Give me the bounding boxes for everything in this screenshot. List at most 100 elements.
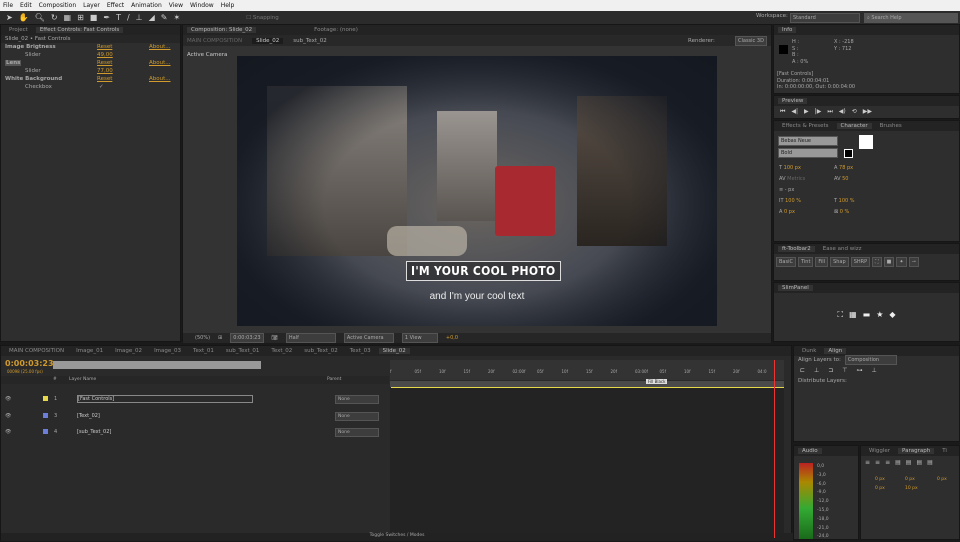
tab-info[interactable]: Info [778, 27, 797, 33]
audio-icon[interactable]: ◀) [839, 108, 846, 116]
slider-icon[interactable]: ⊸ [908, 257, 919, 267]
tab-ti[interactable]: Ti [938, 448, 951, 454]
tab-timeline-comp[interactable]: Image_03 [150, 348, 185, 354]
align-right-icon[interactable]: ⊐ [828, 367, 833, 374]
indent-right[interactable]: 0 px [937, 477, 947, 482]
last-frame-icon[interactable]: ⏭ [827, 108, 832, 116]
reset-link[interactable]: Reset [97, 60, 112, 66]
time-ruler[interactable]: f 05f 10f 15f 20f 02:00f 05f 10f 15f 20f 03:00f 05f… [390, 360, 784, 380]
tab-effect-controls[interactable]: Effect Controls: Fast Controls [35, 27, 124, 33]
tab-slim-panel[interactable]: SlimPanel [778, 285, 813, 291]
layer-row[interactable]: 👁︎ 4 [sub_Text_02] None [1, 428, 389, 437]
label-color[interactable] [43, 412, 48, 418]
play-icon[interactable]: ▶ [804, 108, 809, 116]
rectangle-tool-icon[interactable]: ■ [90, 13, 98, 22]
justify-all-icon[interactable]: ▤ [927, 459, 933, 466]
basic-button[interactable]: BasiC [776, 257, 796, 267]
align-text-left-icon[interactable]: ≡ [865, 459, 870, 466]
layer-search-input[interactable] [53, 361, 261, 369]
exposure-value[interactable]: +0,0 [446, 335, 458, 341]
tab-timeline-comp[interactable]: MAIN COMPOSITION [5, 348, 68, 354]
space-before[interactable]: 0 px [875, 486, 885, 491]
visibility-eye-icon[interactable]: 👁︎ [5, 429, 11, 435]
clone-tool-icon[interactable]: ⊥ [136, 13, 143, 22]
horizontal-scale-value[interactable]: 100 % [839, 198, 855, 204]
slider-value[interactable]: 77,00 [97, 68, 113, 74]
camera-tool-icon[interactable]: ▦ [64, 13, 72, 22]
search-help-input[interactable]: ⌕ Search Help [864, 13, 958, 23]
reset-link[interactable]: Reset [97, 44, 112, 50]
tab-brushes[interactable]: Brushes [876, 123, 906, 129]
tracking-value[interactable]: 50 [842, 176, 848, 182]
reset-link[interactable]: Reset [97, 76, 112, 82]
crumb-subtext[interactable]: sub_Text_02 [293, 38, 326, 44]
focus-icon[interactable]: ⛶ [837, 310, 843, 320]
font-family-select[interactable]: Bebas Neue [778, 136, 838, 146]
space-after[interactable]: 10 px [905, 486, 918, 491]
selection-tool-icon[interactable]: ➤ [6, 13, 13, 22]
target-icon[interactable]: ✦ [896, 257, 907, 267]
sub-text[interactable]: and I'm your cool text [237, 291, 717, 302]
playhead[interactable] [774, 360, 776, 538]
parent-select[interactable]: None [335, 428, 379, 437]
col-layer-name[interactable]: Layer Name [69, 377, 96, 382]
tint-button[interactable]: Tint [797, 257, 814, 267]
crumb-main[interactable]: MAIN COMPOSITION [187, 38, 242, 44]
first-frame-icon[interactable]: ⏮ [780, 108, 785, 116]
parent-select[interactable]: None [335, 411, 379, 421]
text-tool-icon[interactable]: T [116, 13, 121, 22]
align-text-center-icon[interactable]: ≡ [875, 459, 880, 466]
square-icon[interactable]: ■ [883, 257, 895, 267]
checkbox[interactable]: ✓ [99, 84, 104, 90]
tab-paragraph[interactable]: Paragraph [898, 448, 935, 454]
sharp-button[interactable]: SHRP [850, 257, 871, 267]
tab-ease-and-wizz[interactable]: Ease and wizz [819, 246, 866, 252]
layer-row[interactable]: 👁︎ 3 [Text_02] None [1, 411, 389, 421]
menu-help[interactable]: Help [221, 2, 235, 9]
hand-tool-icon[interactable]: ✋ [19, 13, 29, 22]
grid-icon[interactable]: ▦ [849, 310, 857, 320]
align-bottom-icon[interactable]: ⊥ [872, 367, 877, 374]
align-hcenter-icon[interactable]: ⊥ [814, 367, 819, 374]
stroke-width-value[interactable]: - px [785, 187, 795, 193]
tab-composition[interactable]: Composition: Slide_02 [187, 27, 257, 33]
ram-preview-icon[interactable]: ▶▶ [863, 108, 872, 116]
renderer-button[interactable]: Classic 3D [735, 36, 767, 46]
about-link[interactable]: About... [149, 44, 171, 50]
justify-center-icon[interactable]: ▤ [906, 459, 912, 466]
about-link[interactable]: About... [149, 76, 171, 82]
indent-first[interactable]: 0 px [905, 477, 915, 482]
fill-button[interactable]: Fill [815, 257, 829, 267]
shape-button[interactable]: Shap [830, 257, 849, 267]
layout-icon[interactable]: ▬ [863, 310, 871, 320]
tab-audio[interactable]: Audio [798, 448, 822, 454]
tsume-value[interactable]: 0 % [840, 209, 850, 215]
pan-behind-tool-icon[interactable]: ⊞ [77, 13, 84, 22]
menu-file[interactable]: File [3, 2, 13, 9]
next-frame-icon[interactable]: |▶ [815, 108, 822, 116]
menu-window[interactable]: Window [190, 2, 214, 9]
layer-name[interactable]: [Text_02] [77, 413, 100, 419]
baseline-shift-value[interactable]: 0 px [784, 209, 795, 215]
menu-animation[interactable]: Animation [131, 2, 162, 9]
label-color[interactable] [43, 429, 48, 434]
indent-left[interactable]: 0 px [875, 477, 885, 482]
menu-effect[interactable]: Effect [107, 2, 124, 9]
tab-timeline-comp[interactable]: Text_03 [346, 348, 375, 354]
effect-lens[interactable]: Lens Reset About... [1, 59, 180, 67]
tab-character[interactable]: Character [836, 123, 872, 129]
tab-timeline-comp[interactable]: Text_02 [267, 348, 296, 354]
snapshot-icon[interactable]: 📷︎ [272, 335, 278, 341]
composition-viewer[interactable]: I'M YOUR COOL PHOTO and I'm your cool te… [237, 56, 717, 326]
label-color[interactable] [43, 396, 48, 401]
tab-effects-presets[interactable]: Effects & Presets [778, 123, 833, 129]
snapping-checkbox[interactable]: ☐ Snapping [246, 15, 279, 21]
resolution-select[interactable]: Half [285, 333, 336, 343]
layer-row[interactable]: 👁︎ 1 [Fast Controls] None [1, 395, 389, 404]
align-vcenter-icon[interactable]: ⊶ [857, 367, 863, 374]
rotate-tool-icon[interactable]: ↻ [51, 13, 58, 22]
camera-select[interactable]: Active Camera [343, 333, 394, 343]
title-text[interactable]: I'M YOUR COOL PHOTO [406, 261, 561, 281]
menu-layer[interactable]: Layer [83, 2, 100, 9]
tab-ft-toolbar[interactable]: ft-Toolbar2 [778, 246, 815, 252]
